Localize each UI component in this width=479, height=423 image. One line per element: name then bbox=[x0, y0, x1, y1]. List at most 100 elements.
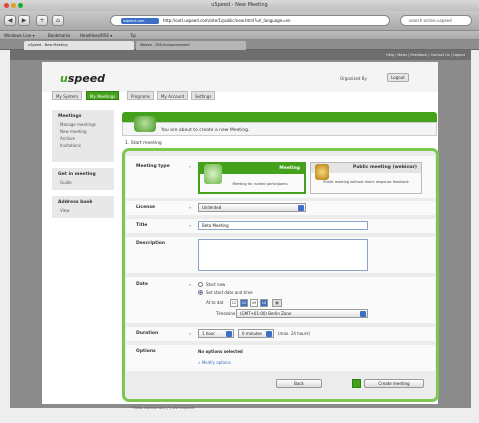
info-message-box: You are about to create a new Meeting. bbox=[122, 122, 437, 136]
browser-tab-strip: uSpeed - New Meeting Weave - 300 Announc… bbox=[0, 40, 479, 50]
duration-label: Duration bbox=[136, 331, 159, 336]
logout-button[interactable]: Logout bbox=[387, 73, 409, 82]
bullet-icon: » bbox=[189, 164, 192, 169]
description-label: Description bbox=[136, 241, 166, 246]
options-label: Options bbox=[136, 349, 156, 354]
duration-hours-value: 1 hour bbox=[202, 331, 215, 336]
meeting-people-icon bbox=[134, 116, 156, 132]
sidebar-item-manage[interactable]: Manage meetings bbox=[52, 121, 114, 128]
chevron-down-icon bbox=[360, 311, 366, 317]
bullet-icon: » bbox=[189, 331, 192, 336]
sidebar-heading: Meetings bbox=[58, 114, 82, 119]
license-select[interactable]: Unlimited bbox=[198, 203, 306, 212]
top-links[interactable]: Help | News | Feedback | Contact Us | Lo… bbox=[386, 53, 465, 57]
date-field-year[interactable]: 09 bbox=[250, 299, 258, 307]
sidebar-group-meetings: Meetings Manage meetings New meeting Arc… bbox=[52, 110, 114, 162]
bookmark-item[interactable]: Tip bbox=[130, 33, 136, 38]
forward-button[interactable]: ▶ bbox=[18, 15, 30, 26]
bullet-icon: » bbox=[189, 223, 192, 228]
trophy-icon bbox=[315, 164, 329, 180]
search-placeholder: search online.uspeed bbox=[409, 18, 452, 23]
required-fields-note: * Fields marked with (*) are required bbox=[130, 406, 194, 410]
top-links-strip: Help | News | Feedback | Contact Us | Lo… bbox=[10, 50, 471, 60]
sidebar-item-new[interactable]: New meeting bbox=[52, 128, 114, 135]
set-start-date-label: Set start date and time bbox=[206, 290, 253, 295]
options-status: No options selected bbox=[198, 349, 243, 354]
card-caption: Meeting for invited participants bbox=[232, 182, 288, 186]
title-input[interactable]: Beta Meeting bbox=[198, 221, 368, 230]
create-meeting-button[interactable]: Create meeting bbox=[364, 379, 424, 388]
add-bookmark-button[interactable]: + bbox=[36, 15, 48, 26]
date-field-day[interactable]: 12 bbox=[230, 299, 238, 307]
app-nav-tabs: My System My Meetings Programs My Accoun… bbox=[52, 91, 432, 101]
tab-settings[interactable]: Settings bbox=[191, 91, 216, 100]
duration-minutes-select[interactable]: 0 minutes bbox=[238, 329, 274, 338]
date-field-time[interactable]: 10 bbox=[260, 299, 268, 307]
set-start-date-radio[interactable] bbox=[198, 290, 203, 295]
tab-my-meetings[interactable]: My Meetings bbox=[86, 91, 120, 100]
calendar-icon[interactable]: ▦ bbox=[272, 299, 282, 307]
back-button[interactable]: ◀ bbox=[4, 15, 16, 26]
bookmark-item[interactable]: Bookmarks bbox=[48, 33, 70, 38]
confirm-check-icon bbox=[352, 379, 361, 388]
timezone-value: (GMT+01:00) Berlin Zone bbox=[240, 311, 292, 316]
url-text[interactable]: http://outl.uspeed.com/site/1/public/new… bbox=[163, 18, 290, 23]
uspeed-logo: uspeed bbox=[60, 72, 105, 85]
window-title: uSpeed - New Meeting bbox=[211, 2, 268, 8]
bookmark-item[interactable]: Headlines/RSS ▾ bbox=[80, 33, 112, 38]
card-caption: Public meeting without direct response f… bbox=[323, 180, 409, 184]
sidebar-item-archive[interactable]: Archive bbox=[52, 135, 114, 142]
sidebar-heading: Address book bbox=[58, 200, 93, 205]
address-bar[interactable]: uspeed.com http://outl.uspeed.com/site/1… bbox=[110, 15, 390, 26]
duration-minutes-value: 0 minutes bbox=[242, 331, 263, 336]
meeting-type-card-meeting[interactable]: Meeting Meeting for invited participants bbox=[198, 162, 306, 194]
tab-my-system[interactable]: My System bbox=[52, 91, 83, 100]
start-now-radio[interactable] bbox=[198, 282, 203, 287]
meeting-type-label: Meeting type bbox=[136, 164, 170, 169]
window-titlebar: uSpeed - New Meeting bbox=[0, 0, 479, 11]
duration-hours-select[interactable]: 1 hour bbox=[198, 329, 234, 338]
start-now-label: Start now bbox=[206, 282, 226, 287]
sidebar-item-guide[interactable]: Guide bbox=[52, 179, 114, 186]
sidebar: Meetings Manage meetings New meeting Arc… bbox=[52, 110, 114, 410]
chevron-down-icon bbox=[298, 205, 304, 211]
browser-tab[interactable]: Weave - 300 Announcement bbox=[136, 41, 246, 50]
bullet-icon: » bbox=[189, 282, 192, 287]
bookmark-item[interactable]: Windows Live ▾ bbox=[4, 33, 35, 38]
description-textarea[interactable] bbox=[198, 239, 368, 271]
info-message: You are about to create a new Meeting. bbox=[161, 128, 250, 133]
browser-toolbar: ◀ ▶ + ⌂ uspeed.com http://outl.uspeed.co… bbox=[0, 11, 479, 31]
chevron-down-icon bbox=[226, 331, 232, 337]
tab-programs[interactable]: Programs bbox=[127, 91, 154, 100]
tab-my-account[interactable]: My Account bbox=[157, 91, 189, 100]
date-sub-label: At to dat bbox=[206, 300, 224, 305]
logo-prefix: u bbox=[60, 72, 68, 85]
meeting-group-icon bbox=[204, 164, 222, 184]
home-button[interactable]: ⌂ bbox=[52, 15, 64, 26]
bookmarks-bar: Windows Live ▾ Bookmarks Headlines/RSS ▾… bbox=[0, 31, 479, 40]
license-label: License bbox=[136, 205, 156, 210]
options-row bbox=[126, 345, 435, 371]
site-identity-badge[interactable]: uspeed.com bbox=[121, 18, 159, 24]
search-input[interactable]: search online.uspeed bbox=[400, 15, 472, 26]
title-label: Title bbox=[136, 223, 148, 228]
logged-in-label: Organized By bbox=[340, 76, 367, 81]
sidebar-item-invitations[interactable]: Invitations bbox=[52, 142, 114, 149]
sidebar-group-get-in: Get in meeting Guide bbox=[52, 168, 114, 190]
card-title: Public meeting (webinar) bbox=[352, 165, 417, 170]
modify-options-link[interactable]: » Modify options bbox=[198, 360, 231, 365]
sidebar-group-address-book: Address book View bbox=[52, 196, 114, 218]
license-value: Unlimited bbox=[202, 205, 222, 210]
timezone-select[interactable]: (GMT+01:00) Berlin Zone bbox=[236, 309, 368, 318]
modify-options-text: Modify options bbox=[201, 360, 231, 365]
browser-tab-active[interactable]: uSpeed - New Meeting bbox=[24, 41, 134, 50]
meeting-type-card-webinar[interactable]: Public meeting (webinar) Public meeting … bbox=[310, 162, 422, 194]
sidebar-item-view[interactable]: View bbox=[52, 207, 114, 214]
date-field-month[interactable]: 10 bbox=[240, 299, 248, 307]
card-title: Meeting bbox=[279, 166, 300, 171]
back-form-button[interactable]: Back bbox=[276, 379, 322, 388]
duration-hint: (max. 24 hours) bbox=[278, 331, 310, 336]
sidebar-heading: Get in meeting bbox=[58, 172, 96, 177]
logo-text: speed bbox=[67, 72, 106, 85]
bullet-icon: » bbox=[189, 205, 192, 210]
